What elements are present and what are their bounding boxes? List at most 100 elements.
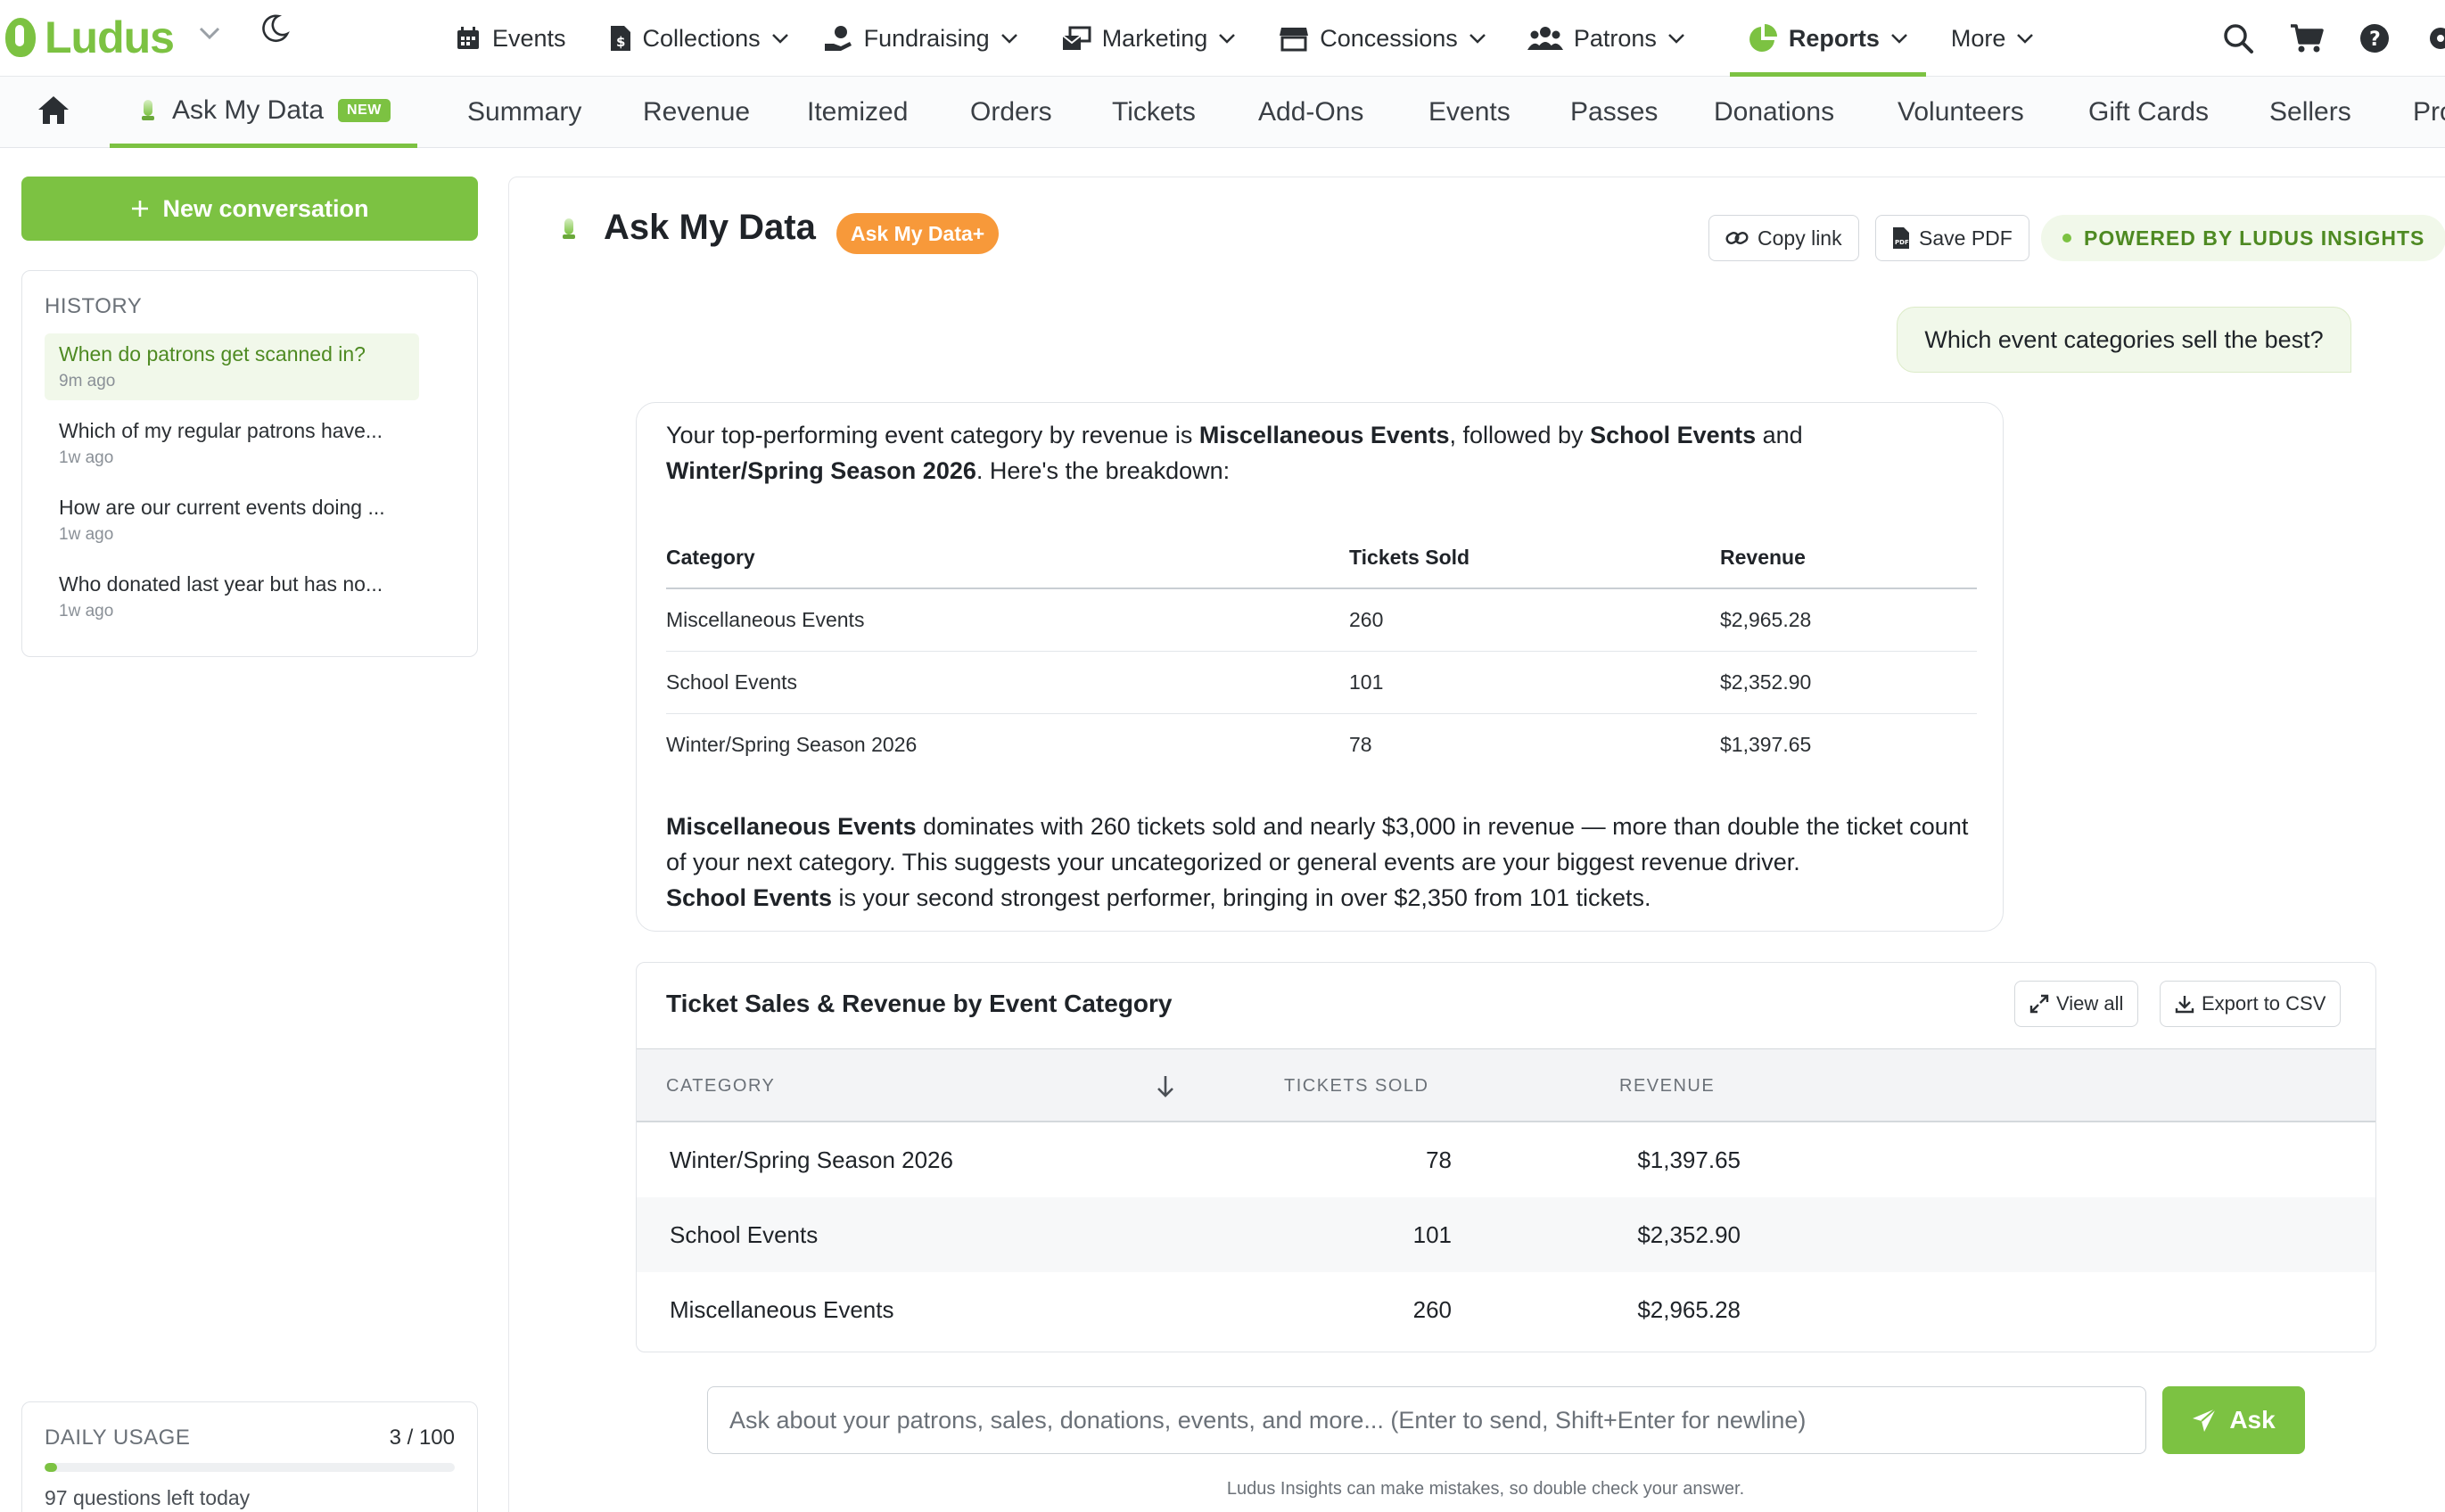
column-header-category[interactable]: CATEGORY [666,1049,775,1122]
answer-col-revenue: Revenue [1720,528,1977,589]
ask-button[interactable]: Ask [2162,1386,2305,1454]
chevron-down-icon [771,34,788,44]
svg-text:?: ? [2369,29,2381,51]
tab-ask-my-data[interactable]: Ask My Data NEW [110,77,417,148]
tab-tickets[interactable]: Tickets [1112,77,1196,148]
pdf-file-icon: PDF [1893,227,1909,249]
cart-icon[interactable] [2290,23,2324,53]
nav-more[interactable]: More [1951,0,2058,77]
export-csv-button[interactable]: Export to CSV [2160,981,2342,1027]
history-item[interactable]: How are our current events doing ... 1w … [45,487,419,554]
nav-fundraising[interactable]: Fundraising [823,0,1041,77]
table-row[interactable]: School Events 101 $2,352.90 [637,1197,2375,1272]
cell-category: Miscellaneous Events [670,1295,894,1323]
ask-input[interactable]: Ask about your patrons, sales, donations… [707,1386,2146,1454]
history-panel: HISTORY When do patrons get scanned in? … [21,270,478,657]
nav-concessions-label: Concessions [1320,24,1458,52]
main-header: Ask My Data Ask My Data+ Copy link PDF S… [509,177,2445,284]
tab-orders[interactable]: Orders [970,77,1052,148]
download-icon [2175,996,2194,1014]
history-item[interactable]: Who donated last year but has no... 1w a… [45,563,419,630]
ludus-logo[interactable]: Ludus [5,9,175,66]
table-row: School Events 101 $2,352.90 [666,651,1977,714]
tab-sellers[interactable]: Sellers [2269,77,2351,148]
user-message-bubble: Which event categories sell the best? [1897,307,2351,373]
cell-revenue: $2,352.90 [1637,1220,1741,1248]
nav-marketing-label: Marketing [1101,24,1208,52]
cell-tickets-sold: 78 [1426,1146,1452,1173]
donate-hand-icon [824,26,852,51]
tab-events[interactable]: Events [1428,77,1511,148]
dark-mode-moon-icon[interactable] [259,12,291,45]
daily-usage-panel: DAILY USAGE 3 / 100 97 questions left to… [21,1401,478,1512]
tab-passes[interactable]: Passes [1570,77,1658,148]
pie-chart-icon [1749,24,1777,52]
home-icon[interactable] [36,93,71,128]
ai-spark-icon [142,99,154,121]
tab-add-ons[interactable]: Add-Ons [1258,77,1363,148]
history-question: When do patrons get scanned in? [59,342,366,366]
data-table-card: Ticket Sales & Revenue by Event Category… [636,962,2376,1352]
table-row[interactable]: Miscellaneous Events 260 $2,965.28 [637,1272,2375,1347]
search-icon[interactable] [2222,22,2254,54]
help-icon[interactable]: ? [2359,23,2390,53]
ludus-logo-mark [5,18,36,57]
tab-gift-cards[interactable]: Gift Cards [2088,77,2209,148]
ludus-logo-text: Ludus [45,12,175,62]
tab-revenue[interactable]: Revenue [643,77,750,148]
data-grid-header: CATEGORY TICKETS SOLD REVENUE [637,1049,2375,1122]
answer-bold: School Events [666,884,833,911]
copy-link-button[interactable]: Copy link [1708,215,1859,261]
disclaimer: Ludus Insights can make mistakes, so dou… [1226,1479,1745,1499]
view-all-button[interactable]: View all [2014,981,2139,1027]
answer-col-tickets: Tickets Sold [1349,528,1720,589]
save-pdf-button[interactable]: PDF Save PDF [1875,215,2029,261]
table-row: Winter/Spring Season 2026 78 $1,397.65 [666,713,1977,776]
history-item[interactable]: When do patrons get scanned in? 9m ago [45,333,419,400]
answer-text: is your second strongest performer, brin… [832,884,1651,911]
dollar-doc-icon: $ [610,26,630,51]
tab-summary[interactable]: Summary [467,77,581,148]
chevron-down-icon [1469,34,1486,44]
table-row[interactable]: Winter/Spring Season 2026 78 $1,397.65 [637,1122,2375,1197]
history-item[interactable]: Which of my regular patrons have... 1w a… [45,410,419,477]
gear-icon[interactable] [2425,23,2445,53]
tab-pro[interactable]: Pro [2413,77,2445,148]
nav-concessions[interactable]: Concessions [1279,0,1510,77]
cell-tickets-sold: 101 [1412,1220,1452,1248]
sort-arrow-down-icon[interactable] [1154,1049,1177,1122]
ai-spark-icon [563,218,575,240]
tab-volunteers[interactable]: Volunteers [1898,77,2024,148]
table-cell: Miscellaneous Events [666,588,1349,652]
answer-intro: Your top-performing event category by re… [666,417,1986,489]
nav-more-label: More [1950,24,2006,52]
nav-collections[interactable]: $ Collections [609,0,812,77]
column-header-revenue[interactable]: REVENUE [1619,1049,1715,1122]
history-question: Which of my regular patrons have... [59,419,383,442]
data-grid: CATEGORY TICKETS SOLD REVENUE Winter/Spr… [637,1048,2375,1347]
column-header-tickets-sold[interactable]: TICKETS SOLD [1284,1049,1428,1122]
nav-reports[interactable]: Reports [1729,0,1931,77]
tab-itemized[interactable]: Itemized [807,77,908,148]
logo-chevron-down-icon[interactable] [196,20,223,46]
new-conversation-button[interactable]: New conversation [21,177,478,241]
table-cell: 260 [1349,588,1720,652]
main-panel: Ask My Data Ask My Data+ Copy link PDF S… [508,177,2445,1512]
answer-table: Category Tickets Sold Revenue Miscellane… [666,528,1977,776]
table-cell: $2,965.28 [1720,588,1977,652]
nav-events[interactable]: Events [455,0,589,77]
table-cell: School Events [666,651,1349,714]
ask-my-data-plus-badge[interactable]: Ask My Data+ [836,213,1000,254]
daily-usage-progress [45,1463,455,1472]
nav-marketing[interactable]: Marketing [1061,0,1260,77]
answer-col-category: Category [666,528,1349,589]
answer-summary: Miscellaneous Events dominates with 260 … [666,809,1986,916]
answer-bold: Miscellaneous Events [1198,422,1450,448]
cell-category: School Events [670,1220,819,1248]
page-title: Ask My Data [604,208,816,247]
nav-patrons[interactable]: Patrons [1527,0,1708,77]
tab-donations[interactable]: Donations [1714,77,1834,148]
svg-text:$: $ [616,34,625,50]
chevron-down-icon [1891,34,1907,44]
powered-by-badge: POWERED BY LUDUS INSIGHTS [2041,215,2445,261]
